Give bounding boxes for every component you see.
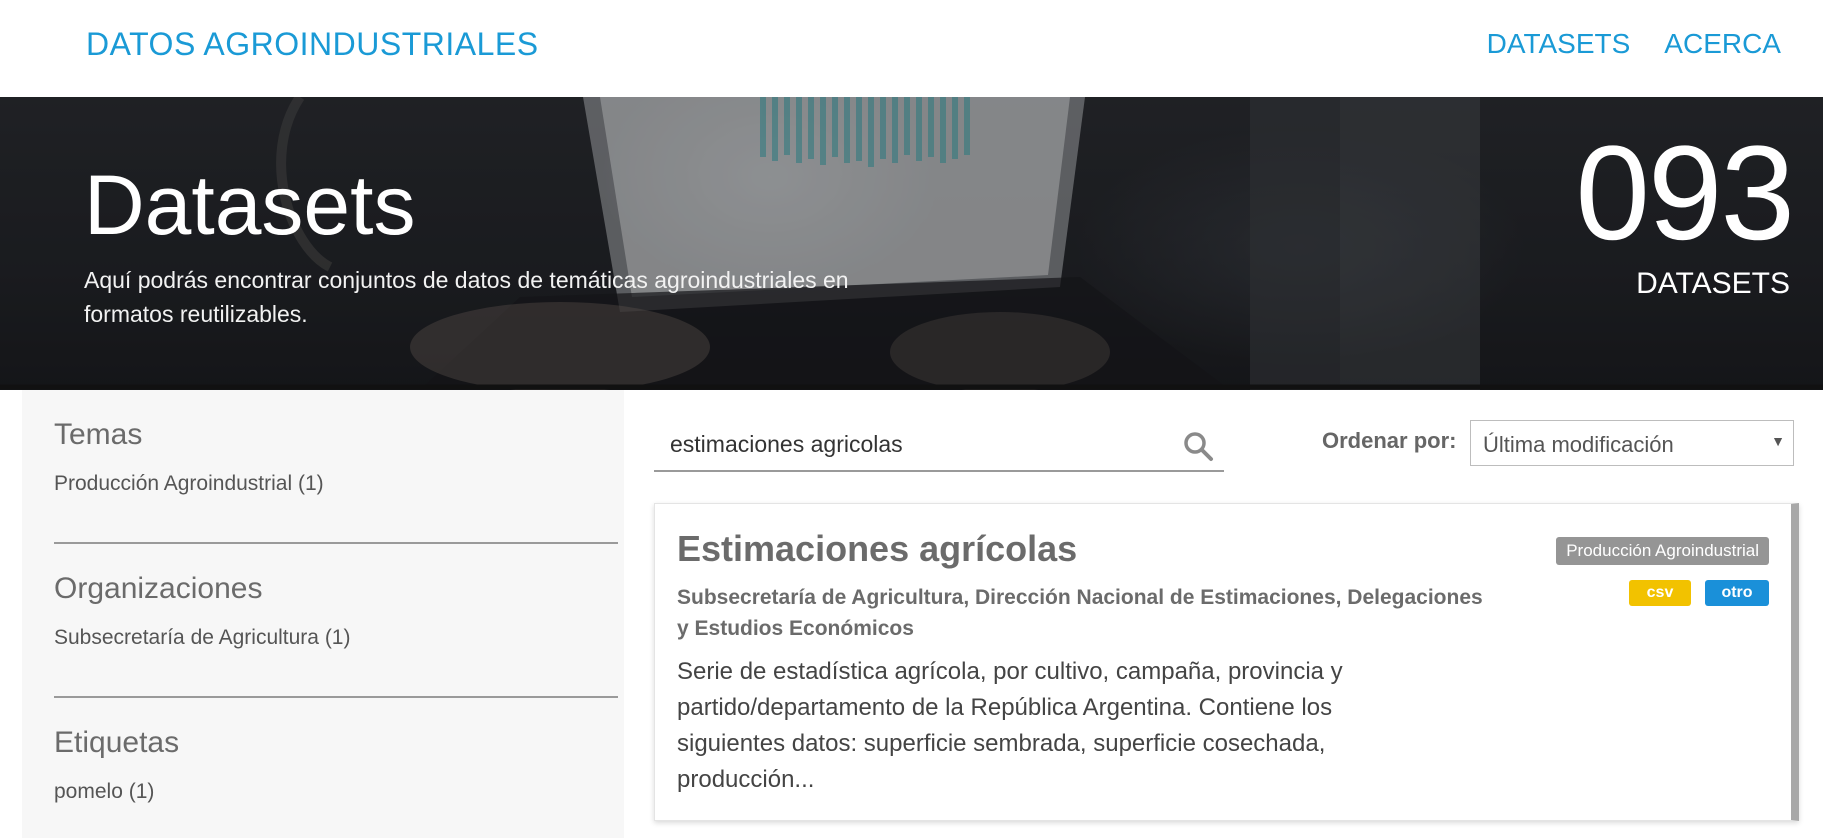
dataset-count: 093 xyxy=(1575,119,1795,268)
filters-sidebar: Temas Producción Agroindustrial (1) Orga… xyxy=(22,390,624,838)
site-brand-logo[interactable]: DATOS AGROINDUSTRIALES xyxy=(86,26,539,63)
format-badge-csv: csv xyxy=(1629,580,1691,606)
filter-heading-temas: Temas xyxy=(54,418,143,451)
search-icon[interactable] xyxy=(1182,430,1214,462)
chevron-down-icon: ▼ xyxy=(1771,433,1785,449)
format-badge-otro: otro xyxy=(1705,580,1769,606)
page-title: Datasets xyxy=(84,158,416,252)
hero-banner: Datasets Aquí podrás encontrar conjuntos… xyxy=(0,97,1823,390)
sort-select[interactable]: Última modificación ▼ xyxy=(1470,420,1794,466)
dataset-organization: Subsecretaría de Agricultura, Dirección … xyxy=(677,586,1483,640)
sidebar-divider xyxy=(54,696,618,698)
filter-heading-organizaciones: Organizaciones xyxy=(54,572,263,605)
search-input[interactable] xyxy=(668,428,1172,460)
filter-section-etiquetas: Etiquetas pomelo (1) xyxy=(54,726,618,804)
filter-section-organizaciones: Organizaciones Subsecretaría de Agricult… xyxy=(54,572,618,650)
theme-badge: Producción Agroindustrial xyxy=(1556,537,1769,565)
sort-label: Ordenar por: xyxy=(1322,428,1457,453)
dataset-title[interactable]: Estimaciones agrícolas xyxy=(677,528,1077,570)
dataset-count-label: DATASETS xyxy=(1636,267,1790,300)
filter-item-pomelo[interactable]: pomelo (1) xyxy=(54,780,618,804)
filter-heading-etiquetas: Etiquetas xyxy=(54,726,180,759)
format-badges: csv otro xyxy=(1629,580,1769,606)
nav-link-datasets[interactable]: DATASETS xyxy=(1487,28,1631,60)
main-nav: DATASETS ACERCA xyxy=(1487,28,1781,60)
sort-selected-value: Última modificación xyxy=(1483,432,1674,457)
filter-section-temas: Temas Producción Agroindustrial (1) xyxy=(54,418,618,496)
filter-item-produccion-agroindustrial[interactable]: Producción Agroindustrial (1) xyxy=(54,472,618,496)
sidebar-divider xyxy=(54,542,618,544)
page-subtitle: Aquí podrás encontrar conjuntos de datos… xyxy=(84,267,849,327)
dataset-card[interactable]: Estimaciones agrícolas Subsecretaría de … xyxy=(654,503,1799,821)
top-navbar: DATOS AGROINDUSTRIALES DATASETS ACERCA xyxy=(0,0,1823,97)
dataset-description: Serie de estadística agrícola, por culti… xyxy=(677,658,1343,793)
search-box xyxy=(654,420,1224,472)
filter-item-subsecretaria-agricultura[interactable]: Subsecretaría de Agricultura (1) xyxy=(54,626,618,650)
nav-link-acerca[interactable]: ACERCA xyxy=(1664,28,1781,60)
